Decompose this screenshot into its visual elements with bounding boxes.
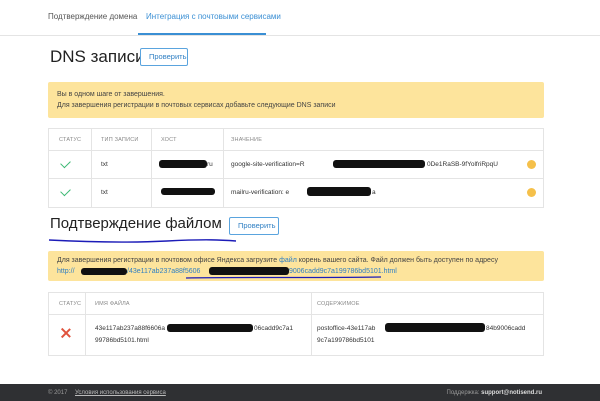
col-content: СОДЕРЖИМОЕ (317, 301, 360, 307)
file-content-start: postoffice-43e117ab (317, 325, 376, 332)
col-status: СТАТУС (59, 301, 82, 307)
file-url-prefix[interactable]: http:// (57, 266, 75, 277)
record-type: txt (101, 189, 108, 196)
file-name-line2: 99786bd5101.html (95, 337, 149, 344)
help-icon[interactable] (527, 160, 536, 169)
dns-table-header: СТАТУС ТИП ЗАПИСИ ХОСТ ЗНАЧЕНИЕ (49, 129, 543, 151)
file-content-line2: 9c7a199786bd5101 (317, 337, 375, 344)
redacted-value (333, 160, 425, 168)
col-host: ХОСТ (161, 137, 177, 143)
file-check-button[interactable]: Проверить (229, 217, 279, 235)
table-row: txt ru google-site-verification=R 0De1Ra… (49, 151, 543, 179)
error-cross-icon (61, 328, 71, 338)
copyright: © 2017 (48, 390, 68, 396)
record-type: txt (101, 161, 108, 168)
redacted-value (307, 187, 371, 196)
dns-alert-line1: Вы в одном шаге от завершения. (57, 91, 165, 98)
file-content-end: 84b9006cadd (486, 325, 526, 332)
file-alert-text-start: Для завершения регистрации в почтовом оф… (57, 257, 278, 264)
dns-info-alert: Вы в одном шаге от завершения. Для завер… (48, 82, 544, 118)
col-record-type: ТИП ЗАПИСИ (101, 137, 139, 143)
active-tab-indicator (138, 33, 266, 35)
tab-domain-verification[interactable]: Подтверждение домена (48, 12, 137, 21)
table-row: 43e117ab237a88f6606a 06cadd9c7a1 99786bd… (49, 315, 543, 355)
redacted-host (161, 188, 215, 195)
support-info: Поддержка: support@notisend.ru (447, 390, 543, 396)
file-table-header: СТАТУС ИМЯ ФАЙЛА СОДЕРЖИМОЕ (49, 293, 543, 315)
redacted-host (159, 160, 207, 168)
table-row: txt mailru-verification: e a (49, 179, 543, 207)
dns-check-button[interactable]: Проверить (140, 48, 188, 66)
redacted-content (385, 323, 485, 332)
file-verification-table: СТАТУС ИМЯ ФАЙЛА СОДЕРЖИМОЕ 43e117ab237a… (48, 292, 544, 356)
dns-records-table: СТАТУС ТИП ЗАПИСИ ХОСТ ЗНАЧЕНИЕ txt ru g… (48, 128, 544, 208)
handwritten-underline (48, 239, 237, 243)
check-icon (60, 157, 71, 169)
tab-mail-integration[interactable]: Интеграция с почтовыми сервисами (146, 12, 281, 21)
handwritten-url-underline (185, 276, 382, 279)
col-status: СТАТУС (59, 137, 82, 143)
host-suffix: ru (207, 161, 213, 168)
col-value: ЗНАЧЕНИЕ (231, 137, 263, 143)
record-value-start: google-site-verification=R (231, 161, 305, 168)
record-value-end: a (372, 189, 376, 196)
redacted-url-part (209, 267, 289, 275)
redacted-domain (81, 268, 127, 275)
file-name-end: 06cadd9c7a1 (254, 325, 294, 332)
file-alert-text-end: корень вашего сайта. Файл должен быть до… (298, 257, 498, 264)
record-value-start: mailru-verification: e (231, 189, 290, 196)
file-download-link[interactable]: файл (279, 257, 297, 264)
col-file-name: ИМЯ ФАЙЛА (95, 301, 130, 307)
dns-section-title: DNS записи (50, 47, 145, 66)
check-icon (60, 185, 71, 197)
support-label: Поддержка: (446, 390, 480, 396)
terms-link[interactable]: Условия использования сервиса (75, 390, 166, 396)
tab-bar: Подтверждение домена Интеграция с почтов… (0, 0, 600, 36)
file-name-start: 43e117ab237a88f6606a (95, 325, 166, 332)
record-value-end: 0De1RaSB-9fYolfriRpqU (427, 161, 498, 168)
file-section-title: Подтверждение файлом (50, 215, 222, 232)
support-email[interactable]: support@notisend.ru (481, 390, 542, 396)
help-icon[interactable] (527, 188, 536, 197)
footer: © 2017 Условия использования сервиса Под… (0, 384, 600, 401)
redacted-file-name (167, 324, 253, 332)
dns-alert-line2: Для завершения регистрации в почтовых се… (57, 102, 336, 109)
